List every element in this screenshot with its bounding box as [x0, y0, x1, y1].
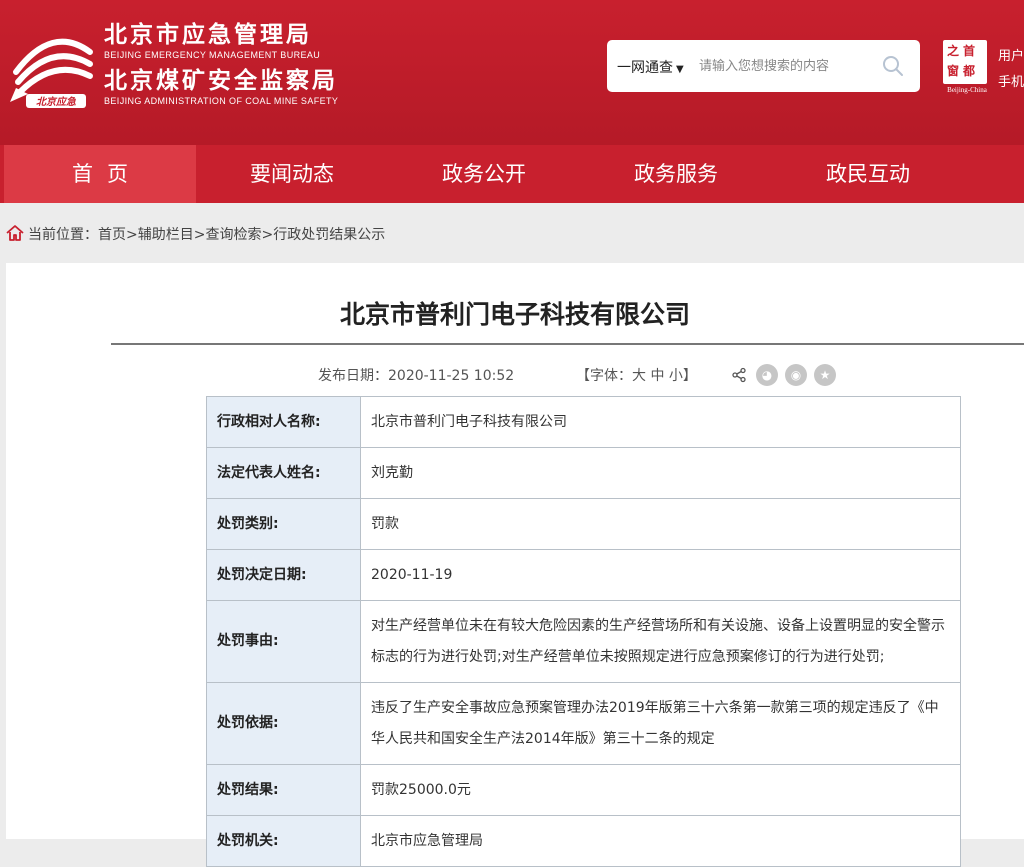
org-name-en-emergency: BEIJING EMERGENCY MANAGEMENT BUREAU: [104, 50, 321, 60]
search-scope-dropdown[interactable]: 一网通查 ▼: [617, 57, 684, 77]
badge-char-2: 首: [963, 44, 976, 58]
font-size-large[interactable]: 大: [632, 368, 646, 384]
title-divider: [111, 343, 1024, 345]
share-icon[interactable]: [731, 367, 747, 383]
article-panel: 北京市普利门电子科技有限公司 发布日期：2020-11-25 10:52 【字体…: [6, 263, 1024, 867]
font-size-prefix: 【字体：: [576, 368, 632, 384]
search-scope-label: 一网通查: [617, 60, 673, 76]
badge-char-4: 窗: [947, 64, 960, 78]
table-row: 处罚决定日期: 2020-11-19: [206, 549, 961, 601]
user-links: 用户 手机: [998, 44, 1024, 96]
font-size-suffix: 】: [682, 368, 697, 384]
badge-char-3: 都: [963, 64, 976, 78]
nav-item-more[interactable]: 科: [964, 145, 1024, 203]
nav-item-gov-info[interactable]: 政务公开: [388, 145, 580, 203]
nav-item-label: 首页: [72, 162, 142, 186]
row-label: 处罚事由:: [206, 600, 361, 683]
row-label: 处罚结果:: [206, 764, 361, 816]
nav-item-label: 政民互动: [826, 162, 910, 186]
table-row: 法定代表人姓名: 刘克勤: [206, 447, 961, 499]
row-value: 2020-11-19: [360, 549, 961, 601]
table-row: 处罚类别: 罚款: [206, 498, 961, 550]
table-row: 处罚依据: 违反了生产安全事故应急预案管理办法2019年版第三十六条第一款第三项…: [206, 682, 961, 765]
logo-text: 北京应急: [36, 96, 76, 108]
home-icon: [6, 225, 24, 241]
nav-item-home[interactable]: 首页: [4, 145, 196, 203]
nav-item-gov-services[interactable]: 政务服务: [580, 145, 772, 203]
table-row: 行政相对人名称: 北京市普利门电子科技有限公司: [206, 396, 961, 448]
bureau-logo[interactable]: 北京应急: [6, 22, 98, 114]
row-label: 法定代表人姓名:: [206, 447, 361, 499]
nav-item-interaction[interactable]: 政民互动: [772, 145, 964, 203]
publish-date: 发布日期：2020-11-25 10:52: [318, 368, 515, 384]
breadcrumb: 当前位置：首页>辅助栏目>查询检索>行政处罚结果公示: [6, 224, 385, 244]
search-input[interactable]: [699, 54, 869, 78]
nav-item-news[interactable]: 要闻动态: [196, 145, 388, 203]
row-label: 处罚类别:: [206, 498, 361, 550]
article-meta: 发布日期：2020-11-25 10:52 【字体：大 中 小】 ◕ ◉ ★: [6, 364, 1024, 387]
row-value: 刘克勤: [360, 447, 961, 499]
row-value: 北京市普利门电子科技有限公司: [360, 396, 961, 448]
org-name-cn-emergency: 北京市应急管理局: [104, 22, 312, 48]
article-title: 北京市普利门电子科技有限公司: [339, 300, 690, 329]
wechat-icon[interactable]: ◕: [756, 364, 778, 386]
breadcrumb-text[interactable]: 当前位置：首页>辅助栏目>查询检索>行政处罚结果公示: [28, 227, 385, 243]
row-label: 行政相对人名称:: [206, 396, 361, 448]
capital-window-badge[interactable]: 之 首 都 窗 Beijing-China: [939, 40, 991, 96]
org-name-cn-coal: 北京煤矿安全监察局: [104, 68, 338, 94]
table-row: 处罚机关: 北京市应急管理局: [206, 815, 961, 867]
org-name-en-coal: BEIJING ADMINISTRATION OF COAL MINE SAFE…: [104, 96, 339, 106]
org-names: 北京市应急管理局 BEIJING EMERGENCY MANAGEMENT BU…: [104, 22, 338, 107]
caret-down-icon: ▼: [676, 64, 684, 75]
nav-item-label: 政务公开: [442, 162, 526, 186]
user-link[interactable]: 用户: [998, 44, 1024, 70]
mobile-link[interactable]: 手机: [998, 70, 1024, 96]
capital-window-logo: 之 首 都 窗: [943, 40, 987, 84]
nav-item-label: 政务服务: [634, 162, 718, 186]
row-label: 处罚决定日期:: [206, 549, 361, 601]
penalty-info-table: 行政相对人名称: 北京市普利门电子科技有限公司 法定代表人姓名: 刘克勤 处罚类…: [206, 396, 961, 867]
table-row: 处罚事由: 对生产经营单位未在有较大危险因素的生产经营场所和有关设施、设备上设置…: [206, 600, 961, 683]
row-value: 对生产经营单位未在有较大危险因素的生产经营场所和有关设施、设备上设置明显的安全警…: [360, 600, 961, 683]
weibo-icon[interactable]: ◉: [785, 364, 807, 386]
main-nav: 首页 要闻动态 政务公开 政务服务 政民互动 科: [0, 145, 1024, 203]
row-value: 罚款25000.0元: [360, 764, 961, 816]
search-box: 一网通查 ▼: [607, 40, 920, 92]
row-label: 处罚依据:: [206, 682, 361, 765]
row-value: 违反了生产安全事故应急预案管理办法2019年版第三十六条第一款第三项的规定违反了…: [360, 682, 961, 765]
font-size-small[interactable]: 小: [669, 368, 683, 384]
favorite-icon[interactable]: ★: [814, 364, 836, 386]
site-header: 北京应急 北京市应急管理局 BEIJING EMERGENCY MANAGEME…: [0, 0, 1024, 145]
row-value: 北京市应急管理局: [360, 815, 961, 867]
font-size-medium[interactable]: 中: [650, 368, 664, 384]
font-size-switcher: 【字体：大 中 小】: [576, 365, 697, 385]
badge-char-1: 之: [947, 44, 960, 58]
badge-en-text: Beijing-China: [947, 86, 987, 94]
search-icon[interactable]: [881, 54, 905, 78]
table-row: 处罚结果: 罚款25000.0元: [206, 764, 961, 816]
nav-item-label: 要闻动态: [250, 162, 334, 186]
row-label: 处罚机关:: [206, 815, 361, 867]
row-value: 罚款: [360, 498, 961, 550]
